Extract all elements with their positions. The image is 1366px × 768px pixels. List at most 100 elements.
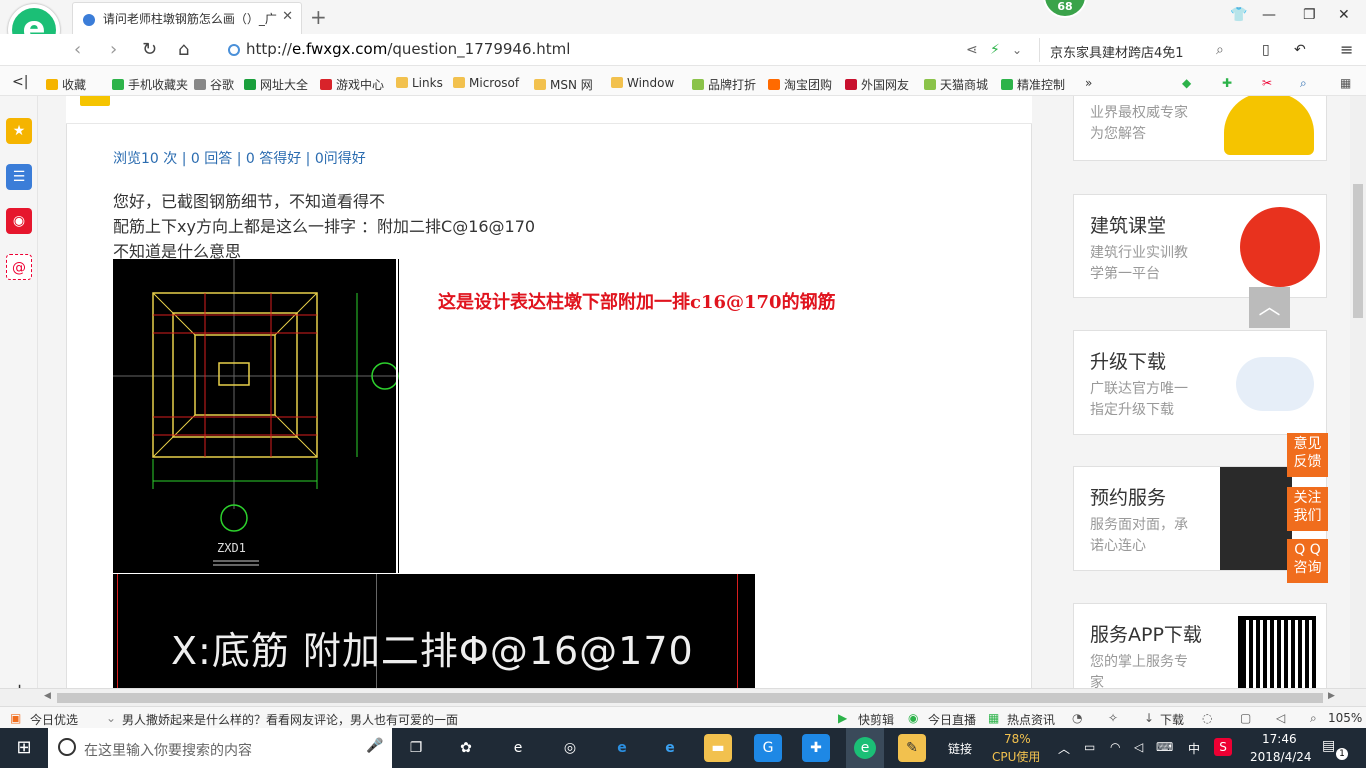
- share-icon[interactable]: ⋖: [966, 42, 978, 58]
- weibo-icon[interactable]: ◉: [6, 208, 32, 234]
- clock-date[interactable]: 2018/4/24: [1250, 750, 1312, 764]
- bookmark-item[interactable]: 谷歌: [194, 76, 234, 93]
- translate-icon[interactable]: ✚: [1222, 76, 1232, 90]
- home-icon[interactable]: ⌂: [178, 39, 189, 60]
- chevron-down-icon[interactable]: ⌄: [106, 711, 116, 725]
- sidebar-toggle-icon[interactable]: <|: [12, 74, 28, 90]
- scroll-thumb[interactable]: [57, 693, 1323, 703]
- bookmark-item[interactable]: 淘宝团购: [768, 76, 832, 93]
- shield-icon[interactable]: ◆: [1182, 76, 1191, 90]
- mute-icon[interactable]: ◁: [1276, 711, 1285, 725]
- horizontal-scrollbar[interactable]: ◀ ▶: [0, 688, 1366, 706]
- zoom-level[interactable]: 105%: [1328, 711, 1362, 725]
- bookmark-item[interactable]: Microsof: [453, 76, 519, 90]
- scroll-thumb[interactable]: [1353, 184, 1363, 318]
- mic-icon[interactable]: 🎤: [366, 738, 383, 754]
- feedback-button[interactable]: 意见 反馈: [1287, 433, 1328, 477]
- bookmark-item[interactable]: MSN 网: [534, 76, 593, 93]
- scissors-icon[interactable]: ✂: [1262, 76, 1272, 90]
- minimize-button[interactable]: —: [1262, 7, 1276, 23]
- search-tool-icon[interactable]: ⌕: [1300, 76, 1307, 91]
- chevron-down-icon[interactable]: ⌄: [1012, 43, 1022, 57]
- taskbar-search-input[interactable]: 在这里输入你要搜索的内容 🎤: [48, 728, 392, 768]
- window-icon[interactable]: ▢: [1240, 711, 1251, 725]
- wifi-icon[interactable]: ◠: [1110, 740, 1120, 754]
- bookmark-item[interactable]: 品牌打折: [692, 76, 756, 93]
- favorites-icon[interactable]: ★: [6, 118, 32, 144]
- download-link[interactable]: 下载: [1160, 711, 1184, 728]
- forward-icon[interactable]: ›: [110, 39, 117, 60]
- app-fan-icon[interactable]: ✿: [452, 734, 480, 762]
- card-upgrade[interactable]: 升级下载 广联达官方唯一 指定升级下载: [1073, 330, 1327, 435]
- back-icon[interactable]: ‹: [74, 39, 81, 60]
- app-swirl-icon[interactable]: ◎: [556, 734, 584, 762]
- tray-chevron-icon[interactable]: ︿: [1058, 740, 1070, 757]
- app-plus-icon[interactable]: ✚: [802, 734, 830, 762]
- news-ticker[interactable]: 男人撒娇起来是什么样的？看看网友评论，男人也有可爱的一面: [122, 711, 458, 728]
- notes-icon[interactable]: ✎: [898, 734, 926, 762]
- bookmark-item[interactable]: 外国网友: [845, 76, 909, 93]
- bookmark-item[interactable]: 收藏: [46, 76, 86, 93]
- lightning-icon[interactable]: ⚡: [990, 42, 1000, 58]
- bookmark-item[interactable]: 天猫商城: [924, 76, 988, 93]
- task-view-icon[interactable]: ❐: [402, 734, 430, 762]
- phone-icon[interactable]: ▯: [1262, 42, 1270, 58]
- sogou-icon[interactable]: S: [1214, 738, 1232, 756]
- card-course[interactable]: 建筑课堂 建筑行业实训教 学第一平台: [1073, 194, 1327, 298]
- ie-icon[interactable]: e: [656, 734, 684, 762]
- close-window-button[interactable]: ✕: [1338, 7, 1350, 23]
- keyboard-icon[interactable]: ⌨: [1156, 740, 1173, 754]
- maximize-button[interactable]: ❐: [1303, 7, 1316, 23]
- active-browser-icon[interactable]: e: [846, 728, 884, 768]
- hot-news-link[interactable]: 热点资讯: [1007, 711, 1055, 728]
- browser-tab[interactable]: 请问老师柱墩钢筋怎么画（）_广 ✕: [72, 2, 302, 34]
- battery-icon[interactable]: ▭: [1084, 740, 1095, 754]
- clock-time[interactable]: 17:46: [1262, 732, 1297, 746]
- windows-start-icon[interactable]: ⊞: [0, 728, 48, 768]
- bookmark-item[interactable]: 精准控制: [1001, 76, 1065, 93]
- search-input[interactable]: 京东家具建材跨店4免1: [1039, 38, 1239, 62]
- refresh-icon[interactable]: ↻: [142, 39, 157, 60]
- speed-icon[interactable]: ◔: [1072, 711, 1082, 725]
- bookmark-item[interactable]: 网址大全: [244, 76, 308, 93]
- scroll-left-icon[interactable]: ◀: [44, 691, 51, 701]
- file-explorer-icon[interactable]: ▬: [704, 734, 732, 762]
- download-icon[interactable]: ↓: [1144, 711, 1154, 725]
- ime-indicator[interactable]: 中: [1188, 740, 1200, 757]
- bookmark-item[interactable]: 手机收藏夹: [112, 76, 188, 93]
- url-field[interactable]: http://e.fwxgx.com/question_1779946.html: [228, 40, 570, 58]
- grid-icon[interactable]: ▦: [1340, 76, 1351, 90]
- notification-badge[interactable]: 68: [1043, 0, 1087, 18]
- bookmark-item[interactable]: Links: [396, 76, 443, 90]
- url-domain: e.fwxgx.com: [291, 40, 388, 58]
- edge-icon[interactable]: e: [608, 734, 636, 762]
- more-bookmarks-icon[interactable]: »: [1085, 76, 1092, 90]
- qq-consult-button[interactable]: Q Q 咨询: [1287, 539, 1328, 583]
- new-tab-button[interactable]: +: [310, 5, 327, 29]
- undo-icon[interactable]: ↶: [1294, 42, 1306, 58]
- live-link[interactable]: 今日直播: [928, 711, 976, 728]
- action-center-icon[interactable]: ▤: [1322, 738, 1335, 754]
- card-app[interactable]: 服务APP下载 您的掌上服务专 家: [1073, 603, 1327, 688]
- vertical-scrollbar[interactable]: [1350, 96, 1366, 688]
- close-tab-icon[interactable]: ✕: [282, 9, 293, 24]
- zoom-icon[interactable]: ⌕: [1310, 711, 1317, 726]
- app-g-icon[interactable]: G: [754, 734, 782, 762]
- mail-icon[interactable]: @: [6, 254, 32, 280]
- scroll-right-icon[interactable]: ▶: [1328, 691, 1335, 701]
- card-expert[interactable]: 业界最权威专家 为您解答: [1073, 96, 1327, 161]
- tool-icon[interactable]: ✧: [1108, 711, 1118, 725]
- browser-e-icon[interactable]: e: [504, 734, 532, 762]
- links-label[interactable]: 链接: [948, 740, 972, 757]
- back-to-top-button[interactable]: ︿: [1249, 287, 1290, 328]
- follow-button[interactable]: 关注 我们: [1287, 487, 1328, 531]
- menu-icon[interactable]: ≡: [1340, 40, 1353, 59]
- news-icon[interactable]: ☰: [6, 164, 32, 190]
- clean-icon[interactable]: ◌: [1202, 711, 1212, 725]
- bookmark-item[interactable]: Window: [611, 76, 674, 90]
- bookmark-item[interactable]: 游戏中心: [320, 76, 384, 93]
- volume-icon[interactable]: ◁: [1134, 740, 1143, 754]
- skin-icon[interactable]: 👕: [1230, 7, 1247, 23]
- kuaijian-link[interactable]: 快剪辑: [858, 711, 894, 728]
- today-picks[interactable]: 今日优选: [30, 711, 78, 728]
